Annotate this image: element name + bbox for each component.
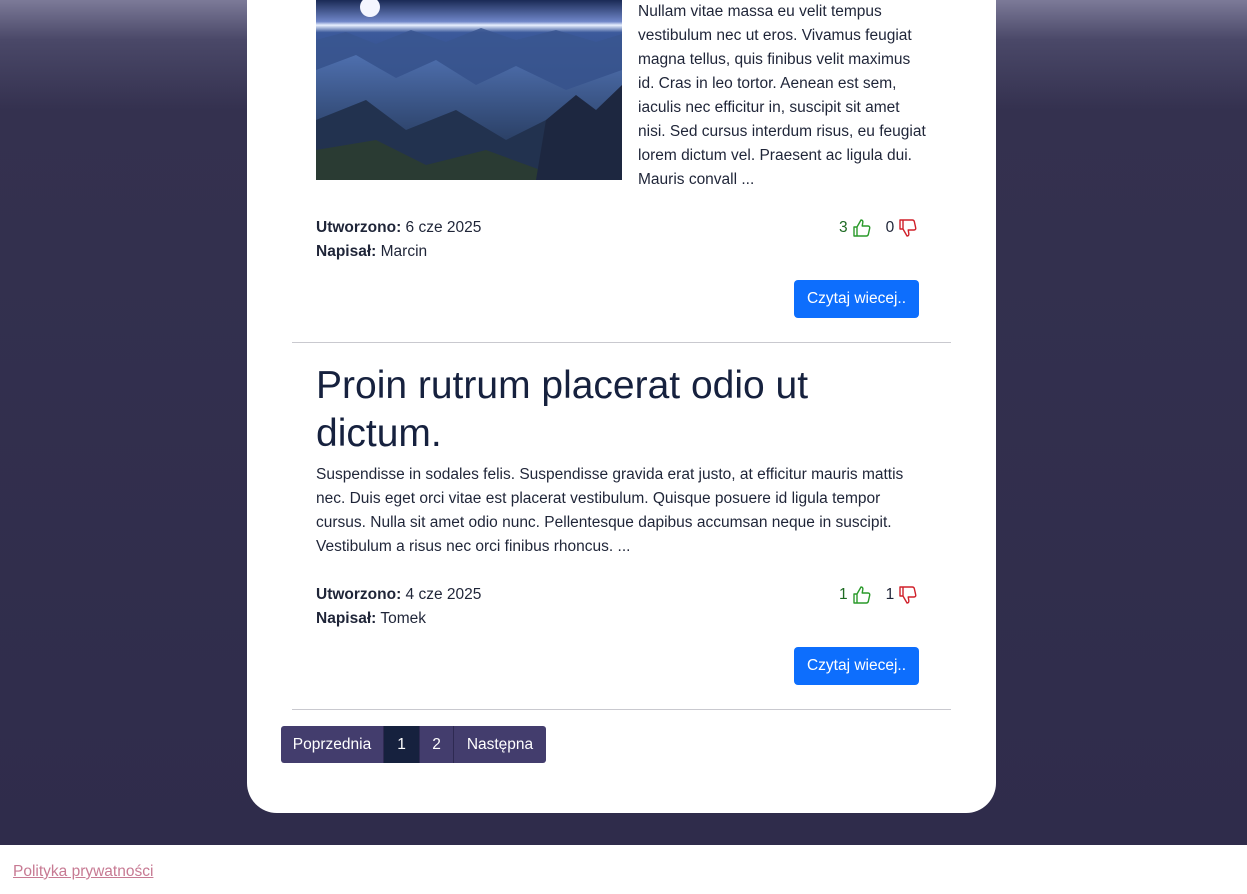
- post-divider: [292, 709, 951, 710]
- author-label: Napisał:: [316, 243, 377, 260]
- thumbs-up-icon[interactable]: [852, 218, 872, 238]
- post-excerpt: Nullam vitae massa eu velit tempus vesti…: [638, 3, 926, 188]
- post-thumbnail-image[interactable]: [316, 0, 622, 180]
- created-label: Utworzono:: [316, 219, 402, 236]
- post-created: Utworzono: 4 cze 2025: [316, 583, 481, 607]
- post-votes: 1 1: [839, 585, 918, 605]
- pagination-page-2[interactable]: 2: [420, 726, 454, 763]
- post-author: Napisał: Marcin: [316, 240, 481, 264]
- read-more-button[interactable]: Czytaj wiecej..: [794, 280, 919, 318]
- like-count: 3: [839, 219, 848, 236]
- pagination: Poprzednia 1 2 Następna: [281, 726, 546, 763]
- pagination-next[interactable]: Następna: [454, 726, 546, 763]
- created-date: 4 cze 2025: [405, 586, 482, 603]
- dislike-count: 1: [885, 586, 895, 603]
- post-divider: [292, 342, 951, 343]
- author-label: Napisał:: [316, 610, 377, 627]
- read-more-button[interactable]: Czytaj wiecej..: [794, 647, 919, 685]
- post-excerpt: Suspendisse in sodales felis. Suspendiss…: [316, 466, 904, 555]
- thumbs-up-icon[interactable]: [852, 585, 872, 605]
- author-name: Tomek: [380, 610, 426, 627]
- post-author: Napisał: Tomek: [316, 607, 481, 631]
- created-label: Utworzono:: [316, 586, 402, 603]
- post-meta: Utworzono: 4 cze 2025 Napisał: Tomek: [316, 583, 481, 631]
- pagination-previous[interactable]: Poprzednia: [281, 726, 384, 763]
- thumbs-down-icon[interactable]: [898, 585, 918, 605]
- privacy-policy-link[interactable]: Polityka prywatności: [13, 863, 153, 881]
- post-votes: 3 0: [839, 218, 918, 238]
- post-title[interactable]: Proin rutrum placerat odio ut dictum.: [316, 362, 916, 458]
- post-meta: Utworzono: 6 cze 2025 Napisał: Marcin: [316, 216, 481, 264]
- thumbs-down-icon[interactable]: [898, 218, 918, 238]
- like-count: 1: [839, 586, 848, 603]
- post-created: Utworzono: 6 cze 2025: [316, 216, 481, 240]
- created-date: 6 cze 2025: [405, 219, 482, 236]
- author-name: Marcin: [380, 243, 428, 260]
- dislike-count: 0: [885, 219, 895, 236]
- pagination-page-1[interactable]: 1: [384, 726, 420, 763]
